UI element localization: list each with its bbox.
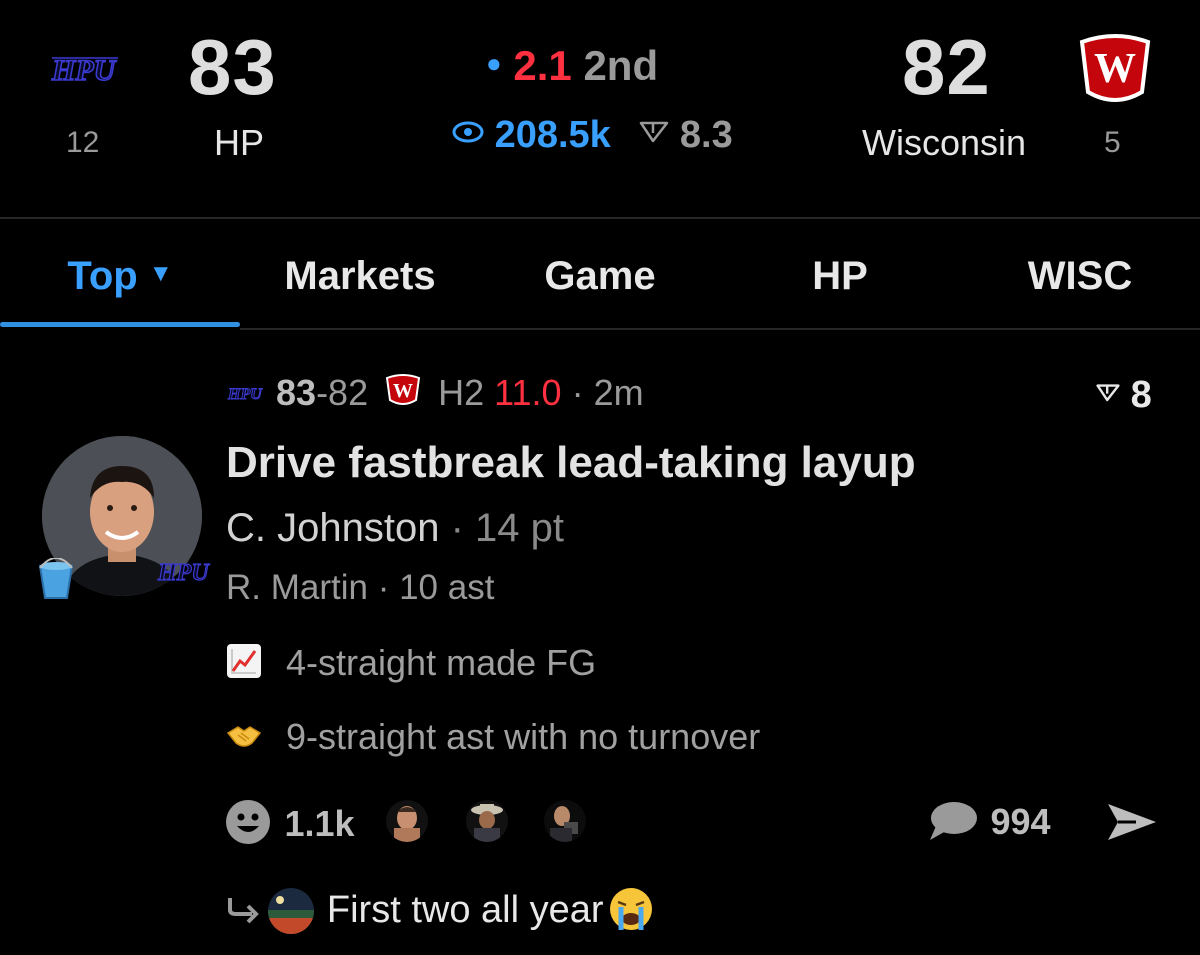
tab-markets[interactable]: Markets	[250, 254, 470, 299]
streak-text: 9-straight ast with no turnover	[286, 716, 761, 757]
smiley-icon	[224, 798, 272, 851]
player-line: C. Johnston · 14 pt	[226, 506, 564, 551]
bucket-icon	[34, 557, 78, 602]
game-period: 2nd	[583, 42, 659, 89]
eye-icon	[452, 110, 484, 153]
svg-text:HPU: HPU	[157, 560, 210, 586]
hpu-badge-logo: HPU	[156, 556, 212, 591]
post-rating[interactable]: 8	[1096, 370, 1152, 417]
assist-line: R. Martin · 10 ast	[226, 568, 494, 608]
reaction-count: 1.1k	[284, 803, 355, 844]
streak-row: 4-straight made FG	[226, 642, 596, 688]
meta-separator: ·	[571, 372, 584, 413]
speech-bubble-icon	[928, 800, 978, 847]
caret-down-icon: ▼	[148, 260, 173, 287]
header-divider	[0, 217, 1200, 219]
away-team-name[interactable]: Wisconsin	[862, 122, 1026, 164]
reaction-avatar[interactable]	[386, 800, 428, 842]
reply-avatar	[268, 888, 315, 934]
player-name[interactable]: C. Johnston	[226, 506, 439, 550]
rating-icon	[1096, 370, 1120, 413]
meta-home-score: 83	[276, 372, 317, 413]
game-rating: 8.3	[679, 114, 733, 156]
separator-dot: ·	[450, 506, 464, 550]
share-icon[interactable]	[1106, 802, 1158, 847]
game-status: ● 2.1 2nd	[486, 42, 658, 90]
reaction-button[interactable]: 1.1k	[224, 798, 355, 851]
reply-preview[interactable]: First two all year	[226, 886, 654, 937]
game-clock: 2.1	[513, 42, 572, 89]
crying-face-icon	[608, 886, 654, 937]
separator-dot: ·	[377, 568, 390, 607]
play-headline: Drive fastbreak lead-taking layup	[226, 438, 916, 487]
game-stats-row: 208.5k 8.3	[452, 110, 733, 157]
reply-arrow-icon	[226, 896, 260, 929]
meta-age: 2m	[593, 372, 644, 413]
tab-top[interactable]: Top ▼	[40, 254, 200, 299]
comments-button[interactable]: 994	[928, 800, 1051, 847]
tab-game[interactable]: Game	[490, 254, 710, 299]
post-rating-value: 8	[1130, 374, 1152, 416]
tab-top-label: Top	[67, 254, 138, 298]
away-rank: 5	[1104, 126, 1121, 159]
active-tab-indicator	[0, 322, 240, 327]
tabs-divider	[240, 328, 1200, 330]
wisconsin-logo-letter: W	[1094, 46, 1136, 92]
meta-half: H2	[438, 372, 485, 413]
meta-away-score: -82	[316, 372, 369, 413]
wisconsin-mini-logo: W	[384, 373, 422, 416]
handshake-icon	[226, 718, 262, 760]
streak-text: 4-straight made FG	[286, 642, 597, 683]
svg-text:W: W	[393, 380, 413, 402]
player-points: 14 pt	[475, 506, 565, 550]
tab-wisc[interactable]: WISC	[970, 254, 1190, 299]
comment-count: 994	[990, 801, 1051, 842]
home-team-name[interactable]: HP	[214, 122, 264, 164]
reaction-avatar[interactable]	[544, 800, 586, 842]
hpu-logo[interactable]: HPU	[48, 50, 124, 90]
home-score: 83	[188, 23, 277, 111]
streak-row: 9-straight ast with no turnover	[226, 716, 760, 760]
away-score: 82	[902, 23, 991, 111]
reaction-avatar[interactable]	[466, 800, 508, 842]
chart-increasing-icon	[226, 643, 262, 688]
rating-icon	[639, 110, 669, 153]
wisconsin-logo[interactable]: W	[1076, 32, 1154, 106]
assist-player-name[interactable]: R. Martin	[226, 568, 368, 607]
svg-text:HPU: HPU	[51, 54, 117, 87]
home-rank: 12	[66, 126, 100, 159]
viewer-count: 208.5k	[494, 114, 611, 156]
svg-text:HPU: HPU	[227, 386, 263, 403]
live-dot-icon: ●	[486, 48, 502, 78]
meta-time-left: 11.0	[494, 372, 562, 413]
post-meta: HPU 83-82 W H2 11.0 · 2m	[226, 370, 644, 416]
tab-hp[interactable]: HP	[730, 254, 950, 299]
hpu-mini-logo: HPU	[226, 370, 266, 412]
assist-count: 10 ast	[399, 568, 495, 607]
reply-text: First two all year	[326, 889, 604, 931]
